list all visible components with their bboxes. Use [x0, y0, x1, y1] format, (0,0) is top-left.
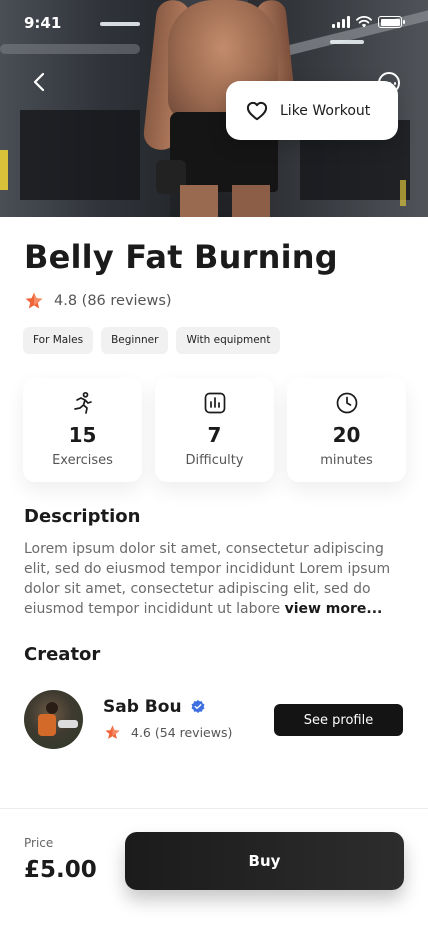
creator-rating-value: 4.6 [131, 725, 151, 740]
star-icon [25, 292, 43, 309]
price-label: Price [24, 836, 54, 850]
stat-label: Exercises [52, 453, 113, 468]
like-workout-button[interactable]: Like Workout [226, 81, 398, 140]
divider [0, 808, 428, 809]
rating-reviews: (86 reviews) [81, 293, 172, 309]
price-value: £5.00 [24, 857, 97, 883]
description-heading: Description [24, 506, 141, 527]
status-time: 9:41 [24, 14, 62, 32]
stat-value: 20 [332, 423, 361, 447]
tag-chip[interactable]: For Males [23, 327, 94, 354]
stats-row: 15 Exercises 7 Difficulty 20 minutes [23, 378, 406, 482]
heart-icon [246, 101, 268, 120]
tag-list: For Males Beginner With equipment [23, 327, 281, 354]
tag-chip[interactable]: Beginner [101, 327, 169, 354]
stat-value: 15 [68, 423, 97, 447]
creator-rating: 4.6 (54 reviews) [104, 724, 232, 741]
chart-icon [204, 392, 225, 414]
view-more-link[interactable]: view more... [285, 601, 383, 617]
stat-label: Difficulty [185, 453, 244, 468]
tag-chip[interactable]: With equipment [176, 327, 281, 354]
stat-label: minutes [320, 453, 373, 468]
creator-heading: Creator [24, 644, 101, 665]
see-profile-button[interactable]: See profile [274, 704, 403, 736]
rating-value: 4.8 [54, 293, 78, 309]
creator-name[interactable]: Sab Bou [103, 697, 206, 717]
star-icon [105, 725, 120, 739]
clock-icon [336, 392, 357, 414]
wifi-icon [356, 16, 372, 28]
stat-value: 7 [207, 423, 222, 447]
workout-rating: 4.8 (86 reviews) [24, 291, 172, 311]
battery-icon [378, 16, 405, 28]
workout-title: Belly Fat Burning [24, 238, 338, 276]
avatar[interactable] [24, 690, 83, 749]
creator-rating-reviews: (54 reviews) [154, 725, 233, 740]
description-text: Lorem ipsum dolor sit amet, consectetur … [24, 541, 391, 617]
running-icon [73, 391, 92, 414]
stat-card-duration: 20 minutes [287, 378, 406, 482]
stat-card-exercises: 15 Exercises [23, 378, 142, 482]
verified-badge-icon [191, 700, 205, 713]
stat-card-difficulty: 7 Difficulty [155, 378, 274, 482]
status-bar: 9:41 [0, 0, 428, 44]
back-icon[interactable] [28, 70, 50, 94]
buy-button[interactable]: Buy [125, 832, 404, 890]
signal-icon [332, 16, 350, 28]
like-workout-label: Like Workout [280, 102, 371, 119]
